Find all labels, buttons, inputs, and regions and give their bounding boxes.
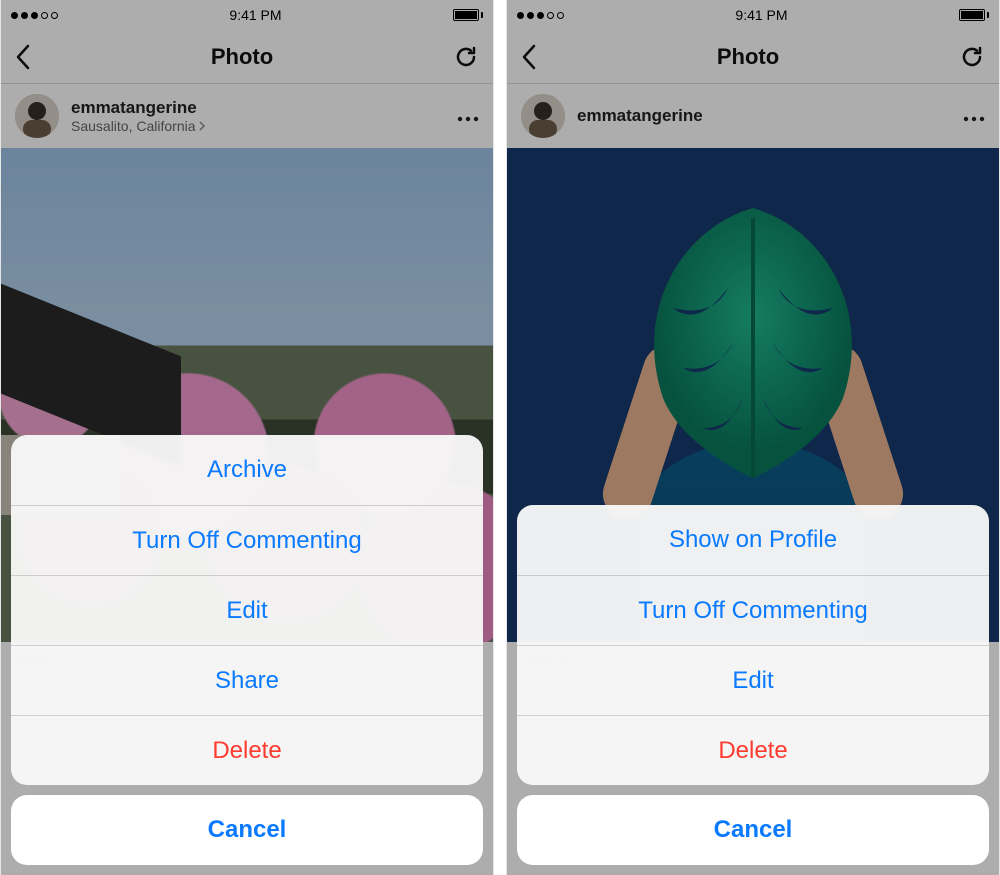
cancel-button[interactable]: Cancel [11, 795, 483, 865]
sheet-item-turn-off-commenting[interactable]: Turn Off Commenting [517, 575, 989, 645]
sheet-item-archive[interactable]: Archive [11, 435, 483, 505]
action-sheet: Show on ProfileTurn Off CommentingEditDe… [507, 495, 999, 875]
sheet-item-edit[interactable]: Edit [517, 645, 989, 715]
sheet-item-delete[interactable]: Delete [11, 715, 483, 785]
phone-screenshot-left: 9:41 PM Photo emmatangerine Sausalito, C… [0, 0, 494, 875]
action-sheet: ArchiveTurn Off CommentingEditShareDelet… [1, 425, 493, 875]
sheet-item-delete[interactable]: Delete [517, 715, 989, 785]
cancel-button[interactable]: Cancel [517, 795, 989, 865]
sheet-item-show-on-profile[interactable]: Show on Profile [517, 505, 989, 575]
sheet-item-turn-off-commenting[interactable]: Turn Off Commenting [11, 505, 483, 575]
sheet-item-edit[interactable]: Edit [11, 575, 483, 645]
phone-screenshot-right: 9:41 PM Photo emmatangerine [506, 0, 1000, 875]
sheet-item-share[interactable]: Share [11, 645, 483, 715]
